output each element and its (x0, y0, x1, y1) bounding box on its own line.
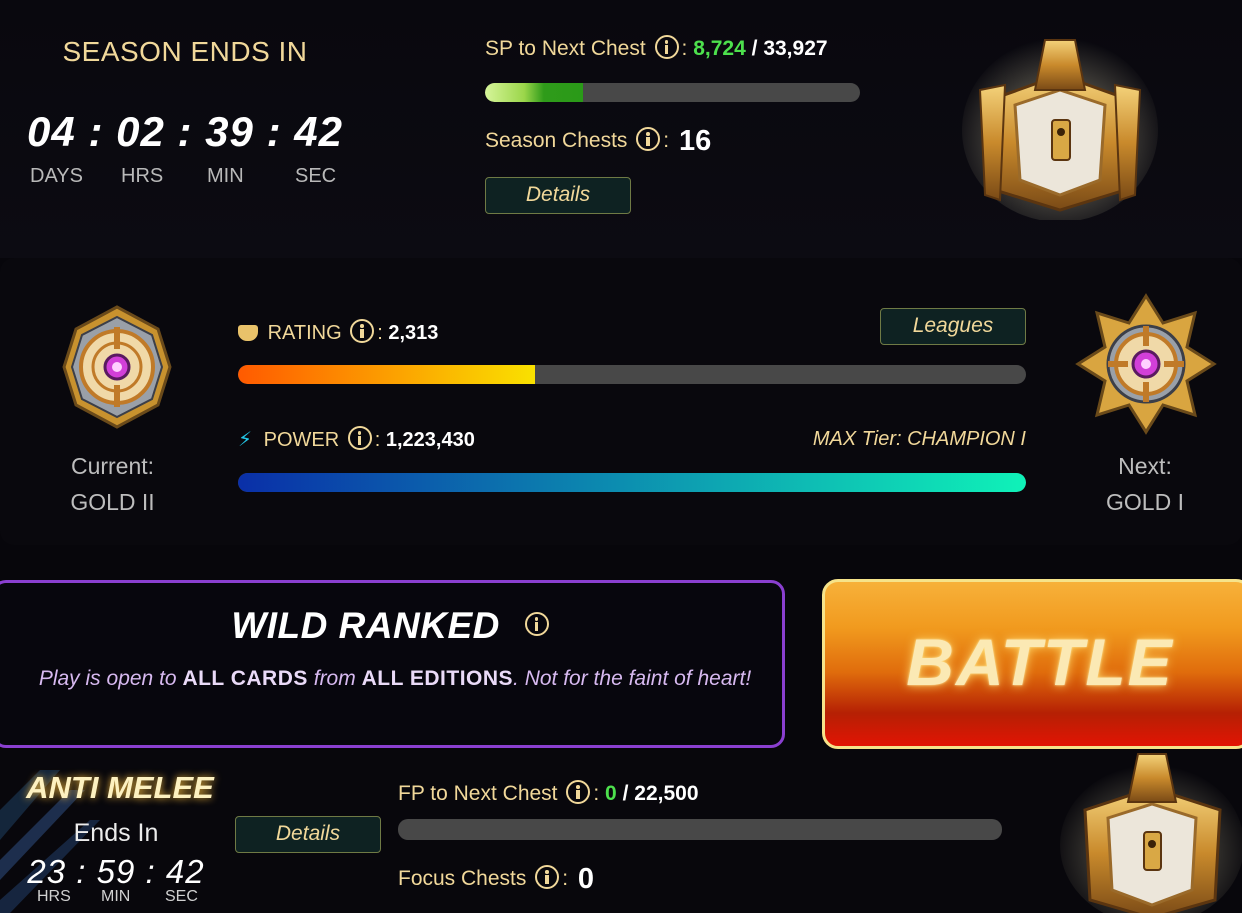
wild-ranked-mode-card[interactable]: WILD RANKED Play is open to ALL CARDS fr… (0, 580, 785, 748)
ends-in-label: Ends In (73, 819, 159, 847)
battle-button[interactable]: BATTLE (822, 579, 1242, 749)
focus-chests-count: 0 (577, 863, 595, 895)
info-icon[interactable] (654, 35, 679, 59)
season-panel: SEASON ENDS IN 04 : 02 : 39 : 42 DAYS HR… (0, 0, 1242, 258)
timer-sep: : (266, 108, 282, 155)
fp-current: 0 (605, 782, 617, 805)
next-rank-name: GOLD I (1106, 489, 1184, 515)
current-rank: Current: GOLD II (40, 448, 185, 520)
desc-text: from (313, 667, 356, 690)
timer-hrs: 02 (116, 108, 165, 155)
season-chests-count: 16 (678, 125, 712, 157)
power-progress-fill (238, 473, 1026, 492)
desc-text: . Not for the faint of heart! (513, 667, 752, 690)
info-icon[interactable] (524, 612, 549, 636)
desc-highlight: ALL CARDS (182, 667, 308, 690)
sp-label: SP to Next Chest (485, 37, 646, 60)
focus-timer-sec: 42 (165, 853, 205, 890)
rating-label: RATING (267, 322, 342, 344)
rating-line: RATING : 2,313 (238, 319, 438, 345)
leagues-button[interactable]: Leagues (880, 308, 1026, 345)
next-rank: Next: GOLD I (1070, 448, 1220, 520)
sp-progress-fill (485, 83, 583, 102)
desc-text: Play is open to (38, 667, 177, 690)
info-icon[interactable] (347, 426, 372, 450)
info-icon[interactable] (535, 865, 560, 889)
sp-current: 8,724 (693, 37, 746, 60)
next-label: Next: (1118, 453, 1172, 479)
season-chests-label: Season Chests (485, 129, 628, 152)
timer-sep: : (88, 108, 104, 155)
max-tier-label: MAX Tier: CHAMPION I (812, 428, 1026, 450)
timer-min: 39 (205, 108, 254, 155)
unit-hrs: HRS (37, 888, 71, 905)
focus-title: ANTI MELEE (26, 770, 214, 805)
info-icon[interactable] (350, 319, 375, 343)
unit-sec: SEC (295, 165, 337, 187)
lightning-icon: ⚡ (238, 429, 253, 451)
power-value: 1,223,430 (385, 429, 475, 451)
focus-chests: Focus Chests : 0 (398, 863, 595, 895)
season-ends-title: SEASON ENDS IN (62, 36, 308, 67)
battle-label: BATTLE (906, 625, 1174, 699)
sp-total: 33,927 (763, 37, 828, 60)
season-countdown: 04 : 02 : 39 : 42 (0, 108, 370, 156)
season-details-button[interactable]: Details (485, 177, 631, 214)
mode-description: Play is open to ALL CARDS from ALL EDITI… (25, 661, 765, 697)
focus-details-button[interactable]: Details (235, 816, 381, 853)
focus-timer-hrs: 23 (27, 853, 67, 890)
unit-hrs: HRS (121, 165, 164, 187)
focus-timer-min: 59 (96, 853, 136, 890)
mode-title: WILD RANKED (0, 605, 788, 647)
fp-to-next-chest: FP to Next Chest : 0 / 22,500 (398, 780, 699, 805)
unit-min: MIN (101, 888, 131, 905)
power-label: POWER (263, 429, 340, 451)
season-chest-icon (962, 38, 1158, 220)
focus-countdown: 23 : 59 : 42 (0, 853, 232, 891)
fp-progress-bar (398, 819, 1002, 840)
power-progress-bar (238, 473, 1026, 492)
unit-sec: SEC (165, 888, 198, 905)
unit-days: DAYS (30, 165, 83, 187)
focus-chest-icon (1060, 753, 1242, 913)
info-icon[interactable] (636, 127, 661, 151)
focus-chests-label: Focus Chests (398, 867, 527, 890)
season-chests: Season Chests : 16 (485, 125, 712, 157)
timer-sep: : (76, 853, 87, 890)
power-line: ⚡ POWER : 1,223,430 (238, 426, 475, 452)
info-icon[interactable] (566, 780, 591, 804)
focus-panel: ANTI MELEE Ends In 23 : 59 : 42 HRS MIN … (0, 750, 1242, 913)
rating-shield-icon (238, 325, 258, 341)
current-label: Current: (70, 453, 155, 479)
gold-league-next-badge-icon (1075, 293, 1217, 435)
desc-highlight: ALL EDITIONS (361, 667, 514, 690)
rating-value: 2,313 (388, 322, 439, 344)
unit-min: MIN (207, 165, 244, 187)
timer-days: 04 (27, 108, 76, 155)
gold-league-badge-icon (62, 305, 172, 429)
fp-total: 22,500 (634, 782, 699, 805)
mode-title-text: WILD RANKED (231, 605, 500, 646)
league-panel: Current: GOLD II RATING : 2,313 Leagues … (0, 258, 1242, 545)
timer-sep: : (145, 853, 156, 890)
rating-progress-fill (238, 365, 536, 384)
sp-to-next-chest: SP to Next Chest : 8,724 / 33,927 (485, 35, 828, 60)
current-rank-name: GOLD II (70, 489, 155, 515)
sp-progress-bar (485, 83, 860, 102)
fp-label: FP to Next Chest (398, 782, 558, 805)
rating-progress-bar (238, 365, 1026, 384)
timer-sep: : (177, 108, 193, 155)
timer-sec: 42 (294, 108, 343, 155)
